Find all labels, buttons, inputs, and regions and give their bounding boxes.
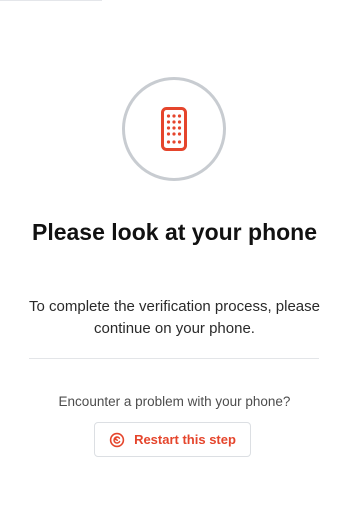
top-divider: [0, 0, 102, 1]
page-title: Please look at your phone: [31, 219, 318, 245]
instruction-text: To complete the verification process, pl…: [29, 298, 320, 337]
problem-prompt: Encounter a problem with your phone?: [58, 394, 291, 409]
restart-icon: [109, 432, 125, 447]
section-divider: [29, 358, 319, 359]
mobile-phone-icon: [161, 107, 187, 151]
restart-step-button[interactable]: Restart this step: [94, 422, 251, 457]
phone-illustration: [122, 77, 226, 181]
restart-step-label: Restart this step: [134, 432, 236, 447]
